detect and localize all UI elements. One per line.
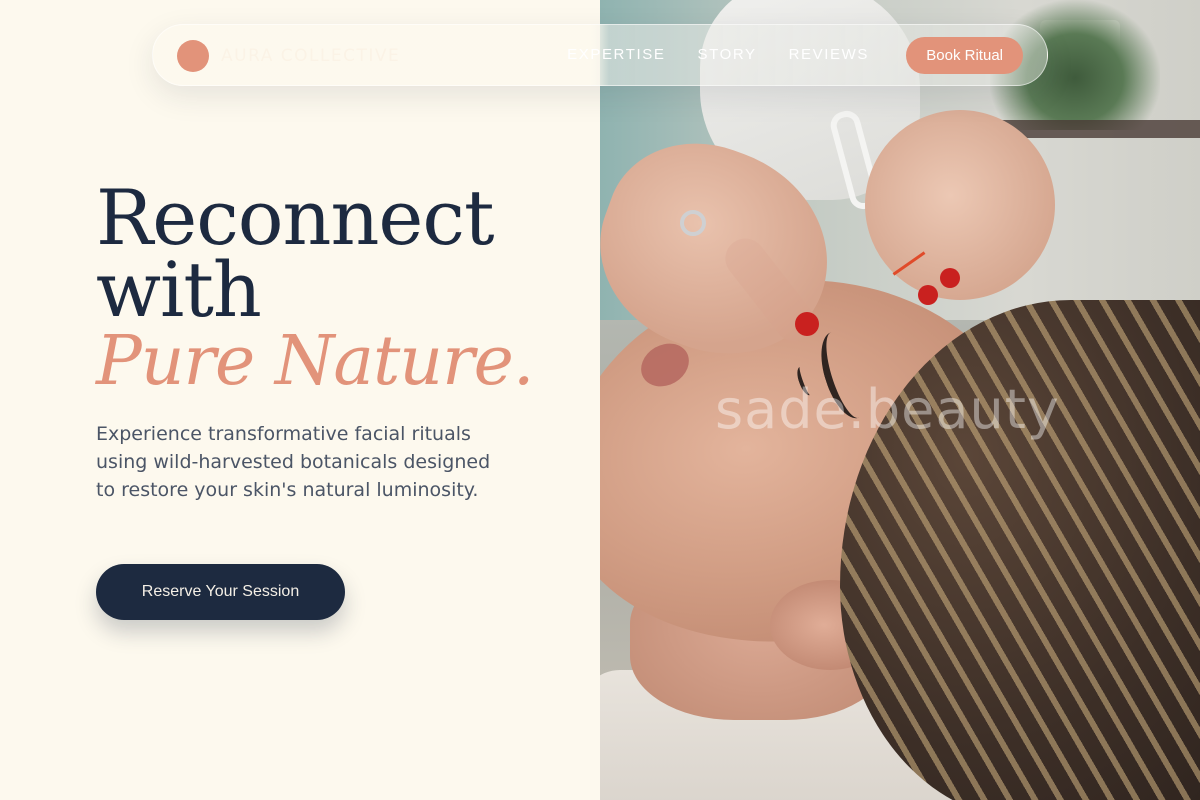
nail-polish	[795, 312, 819, 336]
photo-watermark: sade.beauty	[715, 378, 1060, 441]
top-navbar: AURA COLLECTIVE EXPERTISE STORY REVIEWS …	[152, 24, 1048, 86]
brand-logo-link[interactable]: AURA COLLECTIVE	[177, 40, 400, 72]
book-ritual-button[interactable]: Book Ritual	[906, 37, 1023, 74]
hero-photo: sade.beauty	[600, 0, 1200, 800]
nav-link-reviews[interactable]: REVIEWS	[789, 46, 869, 63]
hero-title-line-2: with	[96, 245, 262, 334]
nail-polish	[940, 268, 960, 288]
nav-link-story[interactable]: STORY	[697, 46, 756, 63]
reserve-session-button[interactable]: Reserve Your Session	[96, 564, 345, 620]
brand-dot-icon	[177, 40, 209, 72]
hero-description: Experience transformative facial rituals…	[96, 423, 491, 501]
hero-title-accent: Pure Nature.	[96, 322, 534, 401]
brand-name: AURA COLLECTIVE	[221, 46, 401, 66]
hero-title: Reconnect with	[96, 173, 494, 334]
hero-title-line-1: Reconnect	[96, 173, 494, 262]
nail-polish	[918, 285, 938, 305]
nav-links: EXPERTISE STORY REVIEWS	[567, 46, 869, 63]
nav-link-expertise[interactable]: EXPERTISE	[567, 46, 665, 63]
ring	[680, 210, 706, 236]
